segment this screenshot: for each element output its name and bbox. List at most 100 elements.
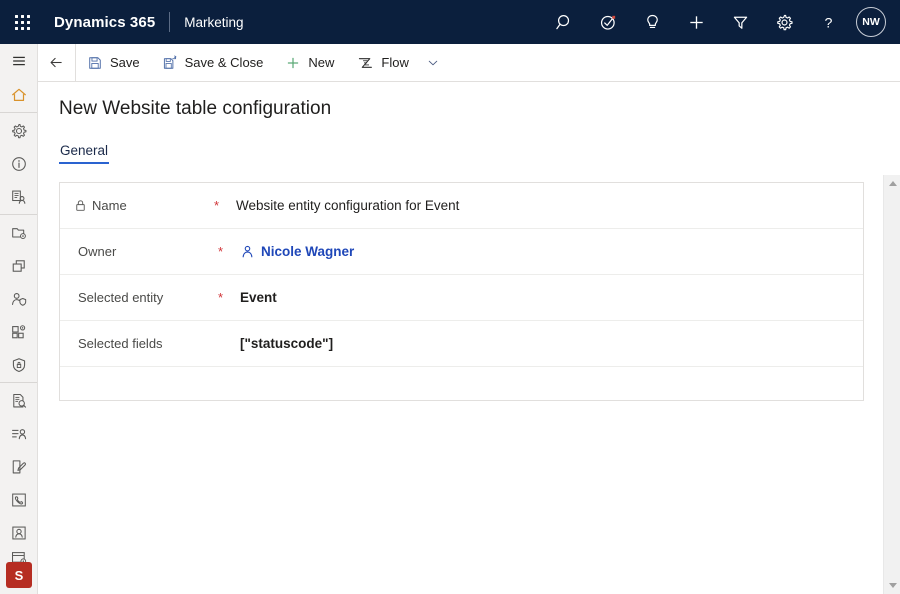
sidebar-app-badge-label: S (14, 567, 24, 583)
main-content: New Website table configuration General … (38, 82, 900, 594)
form-row-selected-fields: Selected fields ["statuscode"] (60, 321, 863, 367)
sidebar-item-site-map[interactable] (0, 44, 38, 78)
assistant-button[interactable] (586, 0, 630, 44)
page-edit-icon (12, 459, 26, 473)
field-owner-required-marker: * (218, 244, 224, 259)
field-name-label: Name (92, 198, 127, 213)
new-button[interactable]: New (274, 44, 345, 81)
sidebar-item-accounts[interactable] (0, 516, 38, 549)
sidebar-item-segments[interactable] (0, 417, 38, 450)
list-person-icon (12, 428, 27, 439)
top-icon-group: ? NW (542, 0, 900, 44)
tab-general-label: General (60, 143, 109, 158)
sidebar-item-compliance[interactable] (0, 348, 38, 381)
flow-icon (359, 57, 373, 68)
flow-button[interactable]: Flow (345, 44, 419, 81)
sidebar-item-audit[interactable] (0, 384, 38, 417)
rail-divider (0, 112, 37, 113)
vertical-scrollbar[interactable] (883, 175, 900, 594)
sidebar-item-information[interactable] (0, 147, 38, 180)
field-owner-value[interactable]: Nicole Wagner (240, 244, 354, 259)
left-navigation-rail: S (0, 44, 38, 594)
save-button[interactable]: Save (76, 44, 151, 81)
sidebar-item-home[interactable] (0, 78, 38, 111)
app-launcher-button[interactable] (0, 0, 44, 44)
field-selected-entity-value[interactable]: Event (240, 290, 277, 305)
field-name-required-marker: * (214, 198, 220, 213)
contact-list-icon (12, 190, 26, 204)
waffle-icon (14, 14, 30, 30)
top-navigation-bar: Dynamics 365 Marketing ? NW (0, 0, 900, 44)
back-arrow-icon (50, 57, 62, 68)
insights-button[interactable] (630, 0, 674, 44)
field-selected-fields-label: Selected fields (78, 336, 163, 351)
person-badge-icon (12, 526, 26, 539)
rail-divider (0, 382, 37, 383)
field-selected-entity-required-marker: * (218, 290, 224, 305)
sidebar-item-settings[interactable] (0, 114, 38, 147)
copy-stack-icon (12, 259, 25, 272)
scroll-up-button[interactable] (884, 175, 900, 192)
hamburger-menu-icon (13, 56, 25, 66)
field-owner-value-text: Nicole Wagner (261, 244, 355, 259)
save-and-close-button-label: Save & Close (184, 55, 264, 70)
rail-divider (0, 214, 37, 215)
field-selected-entity-label-group: Selected entity (78, 290, 218, 305)
app-name-label: Marketing (184, 14, 244, 30)
tab-general[interactable]: General (59, 143, 110, 164)
sidebar-item-integrations[interactable] (0, 315, 38, 348)
form-card: Name * Website entity configuration for … (59, 182, 864, 401)
field-selected-fields-value[interactable]: ["statuscode"] (240, 336, 333, 351)
new-button-label: New (308, 55, 335, 70)
info-icon (12, 156, 26, 171)
field-selected-entity-label: Selected entity (78, 290, 164, 305)
apps-settings-icon (12, 324, 26, 338)
field-name-value[interactable]: Website entity configuration for Event (236, 198, 459, 213)
triangle-down-icon (888, 583, 897, 588)
sidebar-item-templates[interactable] (0, 249, 38, 282)
sidebar-app-badge[interactable]: S (6, 562, 32, 588)
field-selected-fields-label-group: Selected fields (78, 336, 218, 351)
plus-icon (288, 57, 299, 68)
brand-title: Dynamics 365 (54, 13, 156, 31)
add-icon (689, 15, 703, 29)
home-icon (12, 88, 26, 101)
save-and-close-button[interactable]: Save & Close (151, 44, 275, 81)
form-row-name: Name * Website entity configuration for … (60, 183, 863, 229)
tab-strip: General (59, 137, 900, 164)
settings-button[interactable] (762, 0, 806, 44)
help-button[interactable]: ? (806, 0, 850, 44)
document-search-icon (13, 393, 27, 408)
flow-button-label: Flow (381, 55, 409, 70)
phone-icon (12, 493, 26, 506)
shield-lock-icon (12, 357, 26, 372)
save-icon (89, 56, 101, 69)
lightbulb-icon (646, 14, 658, 28)
sidebar-item-consent[interactable] (0, 282, 38, 315)
brand-divider (169, 12, 171, 32)
more-commands-button[interactable] (420, 44, 446, 81)
user-avatar[interactable]: NW (856, 7, 886, 37)
form-row-owner: Owner * Nicole Wagner (60, 229, 863, 275)
quick-create-button[interactable] (674, 0, 718, 44)
field-owner-label: Owner (78, 244, 117, 259)
chevron-down-icon (428, 60, 438, 65)
sidebar-item-phone[interactable] (0, 483, 38, 516)
sidebar-item-contacts[interactable] (0, 180, 38, 213)
lock-icon (76, 200, 85, 211)
field-owner-label-group: Owner (78, 244, 218, 259)
save-close-icon (163, 54, 177, 69)
search-button[interactable] (542, 0, 586, 44)
save-button-label: Save (110, 55, 140, 70)
triangle-up-icon (888, 181, 897, 186)
form-row-spacer (60, 367, 863, 401)
filter-button[interactable] (718, 0, 762, 44)
sidebar-item-forms[interactable] (0, 450, 38, 483)
sidebar-item-configuration[interactable] (0, 216, 38, 249)
page-title: New Website table configuration (59, 98, 332, 119)
back-button[interactable] (38, 44, 76, 81)
app-root: Dynamics 365 Marketing ? NW S Save Save … (0, 0, 900, 594)
scroll-down-button[interactable] (884, 577, 900, 594)
field-name-label-group: Name (74, 198, 214, 213)
person-shield-icon (11, 292, 27, 306)
